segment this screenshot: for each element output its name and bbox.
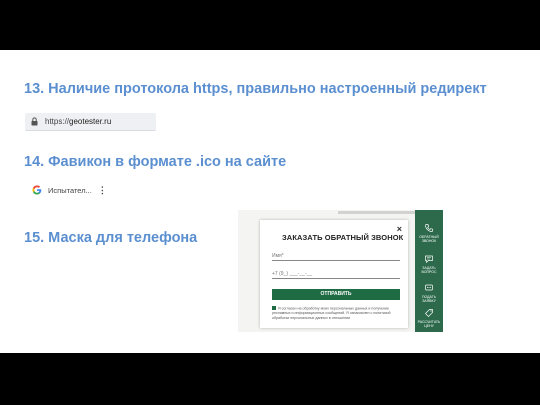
sidebar-item-request[interactable]: ПОДАТЬ ЗАЯВКУ (415, 283, 443, 303)
consent-label: Я согласен на обработку моих персональны… (272, 306, 391, 320)
slide: 13. Наличие протокола https, правильно н… (0, 50, 540, 353)
sidebar-item-callback[interactable]: ОБРАТНЫЙ ЗВОНОК (415, 223, 443, 243)
sidebar-item-question[interactable]: ЗАДАТЬ ВОПРОС (415, 254, 443, 274)
heading-favicon: 14. Фавикон в формате .ico на сайте (24, 154, 287, 170)
tab-title: Испытател... (48, 185, 92, 195)
consent-text: Я согласен на обработку моих персональны… (272, 306, 402, 320)
consent-checkbox[interactable] (272, 306, 276, 310)
url-host: geotester.ru (69, 117, 112, 126)
submit-button[interactable]: ОТПРАВИТЬ (272, 289, 400, 300)
sidebar-item-price[interactable]: РАССЧИТАТЬ ЦЕНУ (415, 308, 443, 328)
phone-field[interactable]: +7 (9_) ___-__-__ (272, 270, 400, 279)
name-field[interactable]: Имя* (272, 252, 400, 261)
message-icon (425, 284, 433, 291)
url-scheme: https:// (45, 117, 70, 126)
tab-menu-icon[interactable]: ⋮ (98, 185, 107, 196)
google-g-icon (32, 185, 42, 195)
heading-phone-mask: 15. Маска для телефона (24, 230, 198, 246)
tag-icon (425, 309, 433, 317)
modal-title: ЗАКАЗАТЬ ОБРАТНЫЙ ЗВОНОК (282, 233, 404, 242)
callback-modal: × ЗАКАЗАТЬ ОБРАТНЫЙ ЗВОНОК Имя* +7 (9_) … (260, 220, 408, 328)
url-text: https://geotester.ru (45, 117, 111, 126)
browser-tab[interactable]: Испытател... ⋮ (32, 183, 107, 197)
heading-https: 13. Наличие протокола https, правильно н… (24, 81, 487, 97)
contact-sidebar: ОБРАТНЫЙ ЗВОНОК ЗАДАТЬ ВОПРОС ПОДАТЬ ЗАЯ… (415, 210, 443, 332)
address-bar[interactable]: https://geotester.ru (25, 113, 156, 131)
phone-icon (425, 224, 434, 232)
callback-form-screenshot: × ЗАКАЗАТЬ ОБРАТНЫЙ ЗВОНОК Имя* +7 (9_) … (238, 210, 443, 332)
chat-icon (425, 255, 433, 264)
lock-icon (31, 117, 38, 126)
